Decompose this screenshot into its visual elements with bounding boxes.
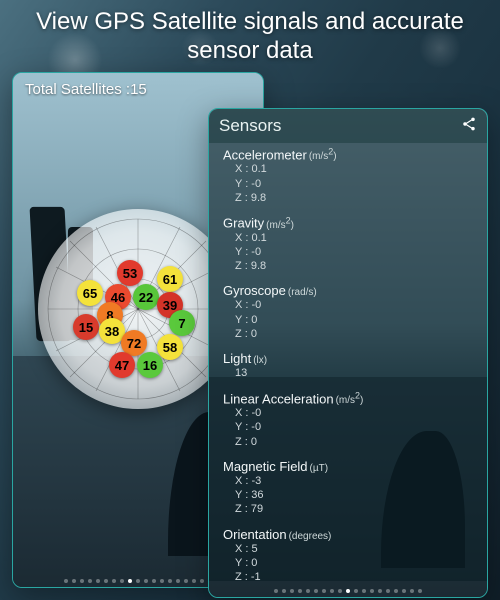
page-dot[interactable] [410,589,414,593]
page-dot[interactable] [160,579,164,583]
sensors-title: Sensors [219,116,281,136]
page-dot[interactable] [184,579,188,583]
total-satellites-label: Total Satellites :15 [25,81,147,98]
promo-stage: View GPS Satellite signals and accurate … [0,0,500,600]
page-dot[interactable] [152,579,156,583]
page-dot[interactable] [290,589,294,593]
sensor-axis: X : -3 [235,474,473,488]
page-dot[interactable] [298,589,302,593]
page-dot[interactable] [418,589,422,593]
satellite-marker: 47 [109,352,135,378]
page-dot[interactable] [346,589,350,593]
page-dot[interactable] [176,579,180,583]
sensor-item: Light(lx)13 [223,351,473,380]
sensor-axis: Z : 9.8 [235,191,473,205]
sensor-axis: Y : 0 [235,556,473,570]
page-dot[interactable] [192,579,196,583]
sensor-axis: Z : 79 [235,502,473,516]
share-icon[interactable] [461,116,477,137]
page-dot[interactable] [128,579,132,583]
page-dot[interactable] [314,589,318,593]
page-dot[interactable] [354,589,358,593]
page-dot[interactable] [136,579,140,583]
sensor-axis: X : -0 [235,406,473,420]
satellite-marker: 53 [117,260,143,286]
page-indicator-right [209,589,487,593]
sensor-name: Accelerometer(m/s2) [223,147,473,162]
satellite-marker: 15 [73,314,99,340]
sensors-screen: Sensors Accelerometer(m/s2)X : 0.1Y : -0… [208,108,488,598]
sensor-axis: Y : -0 [235,177,473,191]
sensor-axis: X : -0 [235,298,473,312]
page-dot[interactable] [200,579,204,583]
page-dot[interactable] [88,579,92,583]
sensor-axis: X : 0.1 [235,162,473,176]
sensors-header: Sensors [209,109,487,143]
page-dot[interactable] [322,589,326,593]
satellite-marker: 61 [157,266,183,292]
sensor-axis: X : 0.1 [235,231,473,245]
sensor-item: Accelerometer(m/s2)X : 0.1Y : -0Z : 9.8 [223,147,473,205]
sensor-name: Magnetic Field(µT) [223,459,473,474]
sensor-axis: Z : 0 [235,327,473,341]
sensor-axis: Z : 0 [235,435,473,449]
page-dot[interactable] [96,579,100,583]
page-dot[interactable] [362,589,366,593]
page-dot[interactable] [168,579,172,583]
page-dot[interactable] [394,589,398,593]
sensor-item: Magnetic Field(µT)X : -3Y : 36Z : 79 [223,459,473,517]
sensor-name: Gyroscope(rad/s) [223,283,473,298]
sensor-axis: Y : -0 [235,420,473,434]
page-dot[interactable] [80,579,84,583]
page-dot[interactable] [112,579,116,583]
sensor-name: Linear Acceleration(m/s2) [223,391,473,406]
sensor-item: Orientation(degrees)X : 5Y : 0Z : -1 [223,527,473,581]
page-dot[interactable] [104,579,108,583]
page-dot[interactable] [378,589,382,593]
sensor-axis: Y : 0 [235,313,473,327]
satellite-marker: 22 [133,284,159,310]
satellite-marker: 65 [77,280,103,306]
satellite-marker: 58 [157,334,183,360]
sensor-list[interactable]: Accelerometer(m/s2)X : 0.1Y : -0Z : 9.8G… [209,143,487,581]
page-dot[interactable] [72,579,76,583]
sensor-axis: X : 5 [235,542,473,556]
sensor-value: 13 [235,366,473,380]
satellite-marker: 16 [137,352,163,378]
sensor-name: Orientation(degrees) [223,527,473,542]
sensor-name: Gravity(m/s2) [223,215,473,230]
sensor-axis: Z : -1 [235,570,473,581]
page-dot[interactable] [338,589,342,593]
sensor-axis: Z : 9.8 [235,259,473,273]
sensor-item: Gyroscope(rad/s)X : -0Y : 0Z : 0 [223,283,473,341]
sensor-axis: Y : 36 [235,488,473,502]
page-dot[interactable] [120,579,124,583]
page-dot[interactable] [306,589,310,593]
sensor-item: Gravity(m/s2)X : 0.1Y : -0Z : 9.8 [223,215,473,273]
page-dot[interactable] [370,589,374,593]
sensor-axis: Y : -0 [235,245,473,259]
satellite-marker: 7 [169,310,195,336]
page-dot[interactable] [64,579,68,583]
page-dot[interactable] [330,589,334,593]
page-dot[interactable] [386,589,390,593]
page-dot[interactable] [282,589,286,593]
sensor-name: Light(lx) [223,351,473,366]
page-dot[interactable] [274,589,278,593]
headline: View GPS Satellite signals and accurate … [0,8,500,66]
page-dot[interactable] [144,579,148,583]
sensor-item: Linear Acceleration(m/s2)X : -0Y : -0Z :… [223,391,473,449]
page-dot[interactable] [402,589,406,593]
